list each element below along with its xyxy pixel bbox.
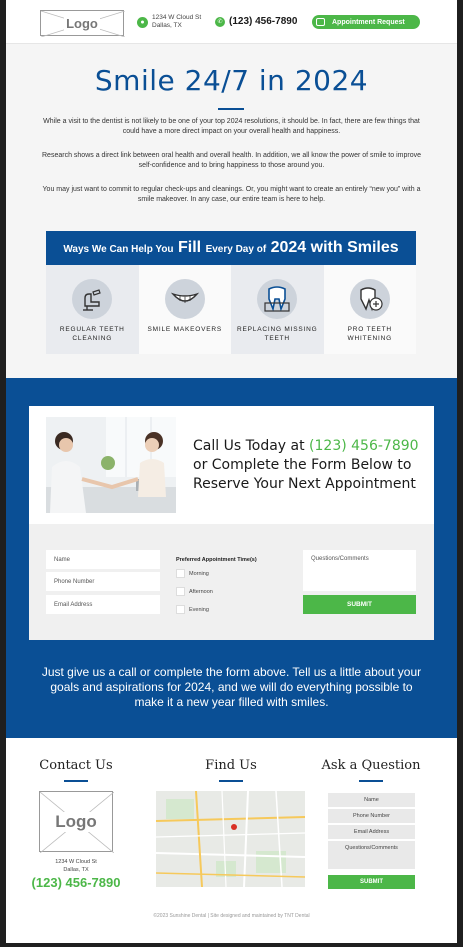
footer-phone[interactable]: (123) 456-7890 — [20, 875, 132, 890]
call-us-phone[interactable]: (123) 456-7890 — [309, 438, 419, 454]
header-address[interactable]: ● 1234 W Cloud St Dallas, TX — [137, 14, 201, 30]
service-label: REGULAR TEETH CLEANING — [59, 326, 125, 342]
banner-part1: Ways We Can Help You — [63, 244, 174, 255]
ask-submit-button[interactable]: SUBMIT — [328, 875, 415, 889]
smile-icon — [164, 279, 205, 319]
service-card[interactable]: PRO TEETH WHITENING — [323, 265, 416, 354]
appointment-card-top: Call Us Today at (123) 456-7890 or Compl… — [29, 406, 434, 524]
morning-checkbox[interactable]: Morning — [176, 569, 209, 578]
intro-paragraph-1: While a visit to the dentist is not like… — [43, 118, 420, 135]
evening-checkbox[interactable]: Evening — [176, 605, 209, 614]
checkbox-label: Evening — [189, 606, 209, 613]
banner-part3: Every Day of — [205, 244, 267, 255]
footer-address-line1: 1234 W Cloud St — [55, 859, 97, 865]
checkbox-label: Morning — [189, 570, 209, 577]
service-label: SMILE MAKEOVERS — [147, 326, 222, 333]
dental-chair-icon — [72, 279, 112, 319]
contact-underline — [64, 780, 88, 782]
location-map[interactable] — [156, 791, 305, 887]
ask-email-input[interactable]: Email Address — [328, 825, 415, 839]
tooth-implant-icon — [257, 279, 297, 319]
blue-section-text: Just give us a call or complete the form… — [41, 665, 422, 709]
page: Logo ● 1234 W Cloud St Dallas, TX ✆ (123… — [6, 0, 457, 943]
appointment-card: Call Us Today at (123) 456-7890 or Compl… — [29, 406, 434, 640]
site-header: Logo ● 1234 W Cloud St Dallas, TX ✆ (123… — [6, 0, 457, 44]
appointment-request-label: Appointment Request — [332, 18, 405, 26]
intro-paragraph-2: Research shows a direct link between ora… — [42, 152, 421, 169]
footer-address-line2: Dallas, TX — [63, 867, 89, 873]
appointment-request-button[interactable]: Appointment Request — [312, 15, 420, 29]
site-footer: Contact Us Find Us Ask a Question Logo 1… — [6, 738, 457, 943]
call-us-line2: or Complete the Form Below to — [193, 457, 412, 473]
checkbox-box[interactable] — [176, 587, 185, 596]
email-input[interactable]: Email Address — [46, 595, 160, 614]
header-logo[interactable]: Logo — [40, 10, 125, 37]
checkbox-box[interactable] — [176, 569, 185, 578]
service-card[interactable]: REPLACING MISSING TEETH — [231, 265, 324, 354]
ask-questions-textarea[interactable]: Questions/Comments — [328, 841, 415, 869]
calendar-icon — [316, 18, 325, 26]
phone-icon: ✆ — [215, 16, 225, 27]
name-input[interactable]: Name — [46, 550, 160, 569]
header-phone-number: (123) 456-7890 — [229, 16, 298, 27]
checkbox-label: Afternoon — [189, 588, 213, 595]
header-phone[interactable]: ✆ (123) 456-7890 — [215, 16, 297, 27]
ask-name-input[interactable]: Name — [328, 793, 415, 807]
service-label: REPLACING MISSING TEETH — [237, 326, 318, 342]
title-underline — [218, 108, 244, 110]
footer-address: 1234 W Cloud St Dallas, TX — [36, 858, 116, 874]
map-pin-icon: ● — [137, 16, 148, 28]
services-banner: Ways We Can Help You Fill Every Day of 2… — [46, 231, 416, 265]
banner-part2: Fill — [178, 239, 202, 256]
service-card[interactable]: SMILE MAKEOVERS — [138, 265, 231, 354]
call-us-line3: Reserve Your Next Appointment — [193, 476, 416, 492]
ask-underline — [359, 780, 383, 782]
contact-heading: Contact Us — [39, 758, 113, 773]
ask-heading: Ask a Question — [321, 758, 421, 773]
find-heading: Find Us — [205, 758, 257, 773]
ask-phone-input[interactable]: Phone Number — [328, 809, 415, 823]
questions-textarea[interactable]: Questions/Comments — [303, 550, 416, 591]
banner-part4: 2024 with Smiles — [270, 239, 399, 256]
service-label: PRO TEETH WHITENING — [347, 326, 392, 342]
phone-input[interactable]: Phone Number — [46, 572, 160, 591]
service-card[interactable]: REGULAR TEETH CLEANING — [46, 265, 139, 354]
footer-logo-text: Logo — [53, 811, 99, 832]
map-marker-icon — [231, 824, 237, 830]
services-row: REGULAR TEETH CLEANING SMILE MAKEOVERS R… — [46, 265, 416, 354]
consultation-photo — [46, 417, 176, 513]
address-line1: 1234 W Cloud St — [152, 14, 202, 21]
appointment-form: Name Phone Number Email Address Preferre… — [29, 524, 434, 640]
intro-paragraph-3: You may just want to commit to regular c… — [42, 186, 421, 203]
preferred-time-label: Preferred Appointment Time(s) — [176, 557, 257, 563]
call-us-prefix: Call Us Today at — [193, 438, 305, 454]
afternoon-checkbox[interactable]: Afternoon — [176, 587, 213, 596]
page-title: Smile 24/7 in 2024 — [94, 64, 369, 97]
appointment-section: Call Us Today at (123) 456-7890 or Compl… — [6, 378, 457, 738]
call-us-heading: Call Us Today at (123) 456-7890 or Compl… — [193, 437, 419, 494]
intro-section: Smile 24/7 in 2024 While a visit to the … — [6, 44, 457, 378]
footer-logo[interactable]: Logo — [39, 791, 114, 853]
checkbox-box[interactable] — [176, 605, 185, 614]
submit-button[interactable]: SUBMIT — [303, 595, 416, 614]
find-underline — [219, 780, 243, 782]
header-logo-text: Logo — [64, 15, 100, 31]
copyright-text: ©2023 Sunshine Dental | Site designed an… — [153, 913, 310, 919]
address-line2: Dallas, TX — [152, 22, 182, 29]
tooth-whitening-icon — [349, 279, 390, 319]
